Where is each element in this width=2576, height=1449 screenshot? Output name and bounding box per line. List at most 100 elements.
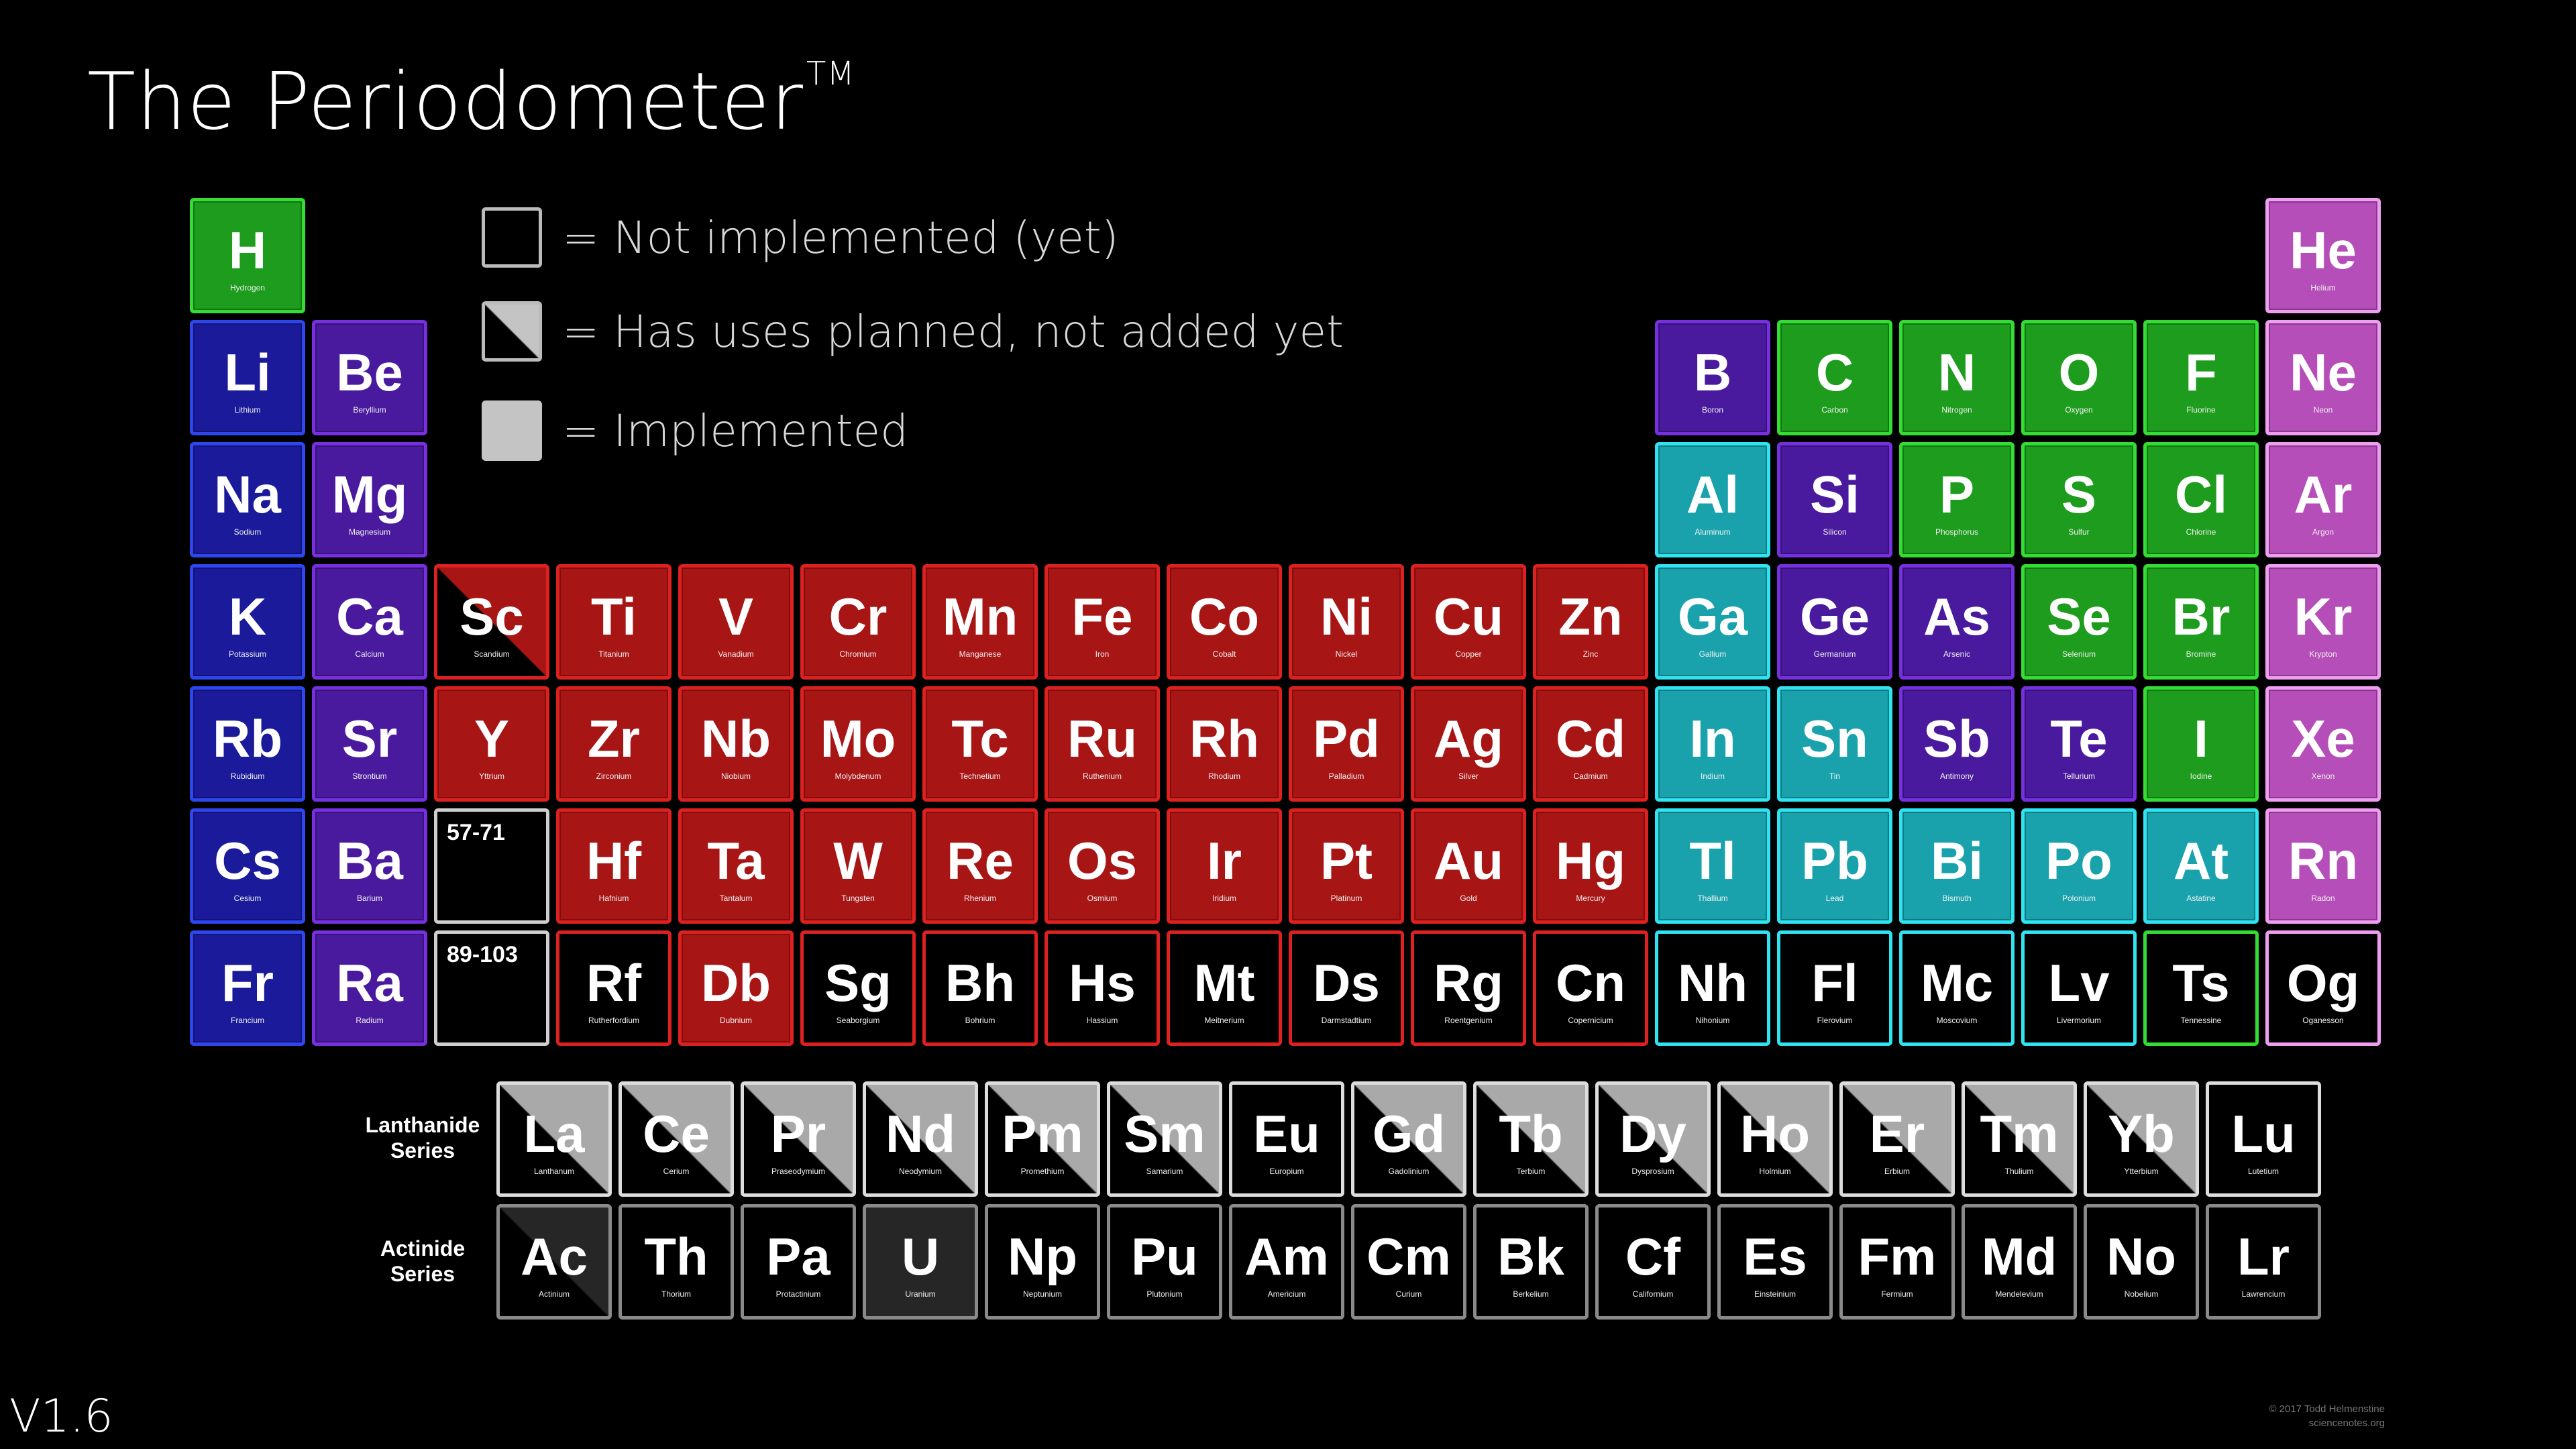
element-tile-b[interactable]: B Boron (1655, 320, 1770, 435)
element-tile-zn[interactable]: Zn Zinc (1533, 564, 1648, 680)
element-tile-md[interactable]: Md Mendelevium (1962, 1204, 2077, 1320)
element-tile-os[interactable]: Os Osmium (1044, 808, 1160, 924)
element-tile-fe[interactable]: Fe Iron (1044, 564, 1160, 680)
element-tile-na[interactable]: Na Sodium (190, 442, 305, 557)
element-tile-he[interactable]: He Helium (2265, 198, 2381, 313)
element-tile-o[interactable]: O Oxygen (2021, 320, 2137, 435)
element-tile-np[interactable]: Np Neptunium (985, 1204, 1100, 1320)
element-tile-be[interactable]: Be Beryllium (312, 320, 427, 435)
element-tile-cs[interactable]: Cs Cesium (190, 808, 305, 924)
element-tile-fr[interactable]: Fr Francium (190, 930, 305, 1046)
element-tile-sc[interactable]: Sc Scandium (434, 564, 549, 680)
element-tile-br[interactable]: Br Bromine (2143, 564, 2259, 680)
element-tile-fm[interactable]: Fm Fermium (1839, 1204, 1955, 1320)
element-tile-f[interactable]: F Fluorine (2143, 320, 2259, 435)
element-tile-li[interactable]: Li Lithium (190, 320, 305, 435)
element-tile-xe[interactable]: Xe Xenon (2265, 686, 2381, 802)
element-tile-v[interactable]: V Vanadium (678, 564, 794, 680)
element-tile-sr[interactable]: Sr Strontium (312, 686, 427, 802)
element-tile-rg[interactable]: Rg Roentgenium (1411, 930, 1526, 1046)
element-tile-c[interactable]: C Carbon (1777, 320, 1892, 435)
element-tile-ti[interactable]: Ti Titanium (556, 564, 672, 680)
element-tile-zr[interactable]: Zr Zirconium (556, 686, 672, 802)
element-tile-n[interactable]: N Nitrogen (1899, 320, 2015, 435)
element-tile-i[interactable]: I Iodine (2143, 686, 2259, 802)
element-tile-fl[interactable]: Fl Flerovium (1777, 930, 1892, 1046)
element-tile-rh[interactable]: Rh Rhodium (1167, 686, 1282, 802)
element-tile-ru[interactable]: Ru Ruthenium (1044, 686, 1160, 802)
element-tile-es[interactable]: Es Einsteinium (1717, 1204, 1833, 1320)
element-tile-eu[interactable]: Eu Europium (1229, 1081, 1344, 1197)
element-tile-tm[interactable]: Tm Thulium (1962, 1081, 2077, 1197)
element-tile-pt[interactable]: Pt Platinum (1289, 808, 1404, 924)
element-tile-la[interactable]: La Lanthanum (496, 1081, 612, 1197)
element-tile-se[interactable]: Se Selenium (2021, 564, 2137, 680)
element-tile-at[interactable]: At Astatine (2143, 808, 2259, 924)
element-tile-y[interactable]: Y Yttrium (434, 686, 549, 802)
element-tile-am[interactable]: Am Americium (1229, 1204, 1344, 1320)
element-tile-cm[interactable]: Cm Curium (1351, 1204, 1466, 1320)
element-tile-lu[interactable]: Lu Lutetium (2206, 1081, 2321, 1197)
element-tile-as[interactable]: As Arsenic (1899, 564, 2015, 680)
element-tile-u[interactable]: U Uranium (863, 1204, 978, 1320)
element-tile-nh[interactable]: Nh Nihonium (1655, 930, 1770, 1046)
element-tile-re[interactable]: Re Rhenium (922, 808, 1038, 924)
element-tile-pr[interactable]: Pr Praseodymium (741, 1081, 856, 1197)
element-tile-ds[interactable]: Ds Darmstadtium (1289, 930, 1404, 1046)
element-tile-ta[interactable]: Ta Tantalum (678, 808, 794, 924)
element-tile-cf[interactable]: Cf Californium (1595, 1204, 1711, 1320)
element-tile-bi[interactable]: Bi Bismuth (1899, 808, 2015, 924)
element-tile-ts[interactable]: Ts Tennessine (2143, 930, 2259, 1046)
element-tile-tl[interactable]: Tl Thallium (1655, 808, 1770, 924)
element-tile-pd[interactable]: Pd Palladium (1289, 686, 1404, 802)
element-tile-cr[interactable]: Cr Chromium (800, 564, 916, 680)
element-tile-cl[interactable]: Cl Chlorine (2143, 442, 2259, 557)
series-placeholder-tile[interactable]: 89-103 (434, 930, 549, 1046)
element-tile-mo[interactable]: Mo Molybdenum (800, 686, 916, 802)
element-tile-in[interactable]: In Indium (1655, 686, 1770, 802)
element-tile-ge[interactable]: Ge Germanium (1777, 564, 1892, 680)
element-tile-al[interactable]: Al Aluminum (1655, 442, 1770, 557)
element-tile-s[interactable]: S Sulfur (2021, 442, 2137, 557)
element-tile-ni[interactable]: Ni Nickel (1289, 564, 1404, 680)
element-tile-pa[interactable]: Pa Protactinium (741, 1204, 856, 1320)
element-tile-dy[interactable]: Dy Dysprosium (1595, 1081, 1711, 1197)
element-tile-ce[interactable]: Ce Cerium (619, 1081, 734, 1197)
element-tile-pb[interactable]: Pb Lead (1777, 808, 1892, 924)
element-tile-bh[interactable]: Bh Bohrium (922, 930, 1038, 1046)
element-tile-p[interactable]: P Phosphorus (1899, 442, 2015, 557)
element-tile-rf[interactable]: Rf Rutherfordium (556, 930, 672, 1046)
element-tile-sg[interactable]: Sg Seaborgium (800, 930, 916, 1046)
element-tile-tb[interactable]: Tb Terbium (1473, 1081, 1589, 1197)
element-tile-k[interactable]: K Potassium (190, 564, 305, 680)
element-tile-cu[interactable]: Cu Copper (1411, 564, 1526, 680)
element-tile-bk[interactable]: Bk Berkelium (1473, 1204, 1589, 1320)
element-tile-mt[interactable]: Mt Meitnerium (1167, 930, 1282, 1046)
element-tile-ag[interactable]: Ag Silver (1411, 686, 1526, 802)
element-tile-ra[interactable]: Ra Radium (312, 930, 427, 1046)
element-tile-pm[interactable]: Pm Promethium (985, 1081, 1100, 1197)
element-tile-nb[interactable]: Nb Niobium (678, 686, 794, 802)
element-tile-sn[interactable]: Sn Tin (1777, 686, 1892, 802)
element-tile-sb[interactable]: Sb Antimony (1899, 686, 2015, 802)
element-tile-sm[interactable]: Sm Samarium (1107, 1081, 1222, 1197)
element-tile-cd[interactable]: Cd Cadmium (1533, 686, 1648, 802)
element-tile-er[interactable]: Er Erbium (1839, 1081, 1955, 1197)
element-tile-co[interactable]: Co Cobalt (1167, 564, 1282, 680)
element-tile-kr[interactable]: Kr Krypton (2265, 564, 2381, 680)
element-tile-hf[interactable]: Hf Hafnium (556, 808, 672, 924)
element-tile-tc[interactable]: Tc Technetium (922, 686, 1038, 802)
element-tile-ca[interactable]: Ca Calcium (312, 564, 427, 680)
element-tile-lv[interactable]: Lv Livermorium (2021, 930, 2137, 1046)
element-tile-no[interactable]: No Nobelium (2084, 1204, 2199, 1320)
element-tile-h[interactable]: H Hydrogen (190, 198, 305, 313)
element-tile-mc[interactable]: Mc Moscovium (1899, 930, 2015, 1046)
element-tile-hs[interactable]: Hs Hassium (1044, 930, 1160, 1046)
element-tile-ac[interactable]: Ac Actinium (496, 1204, 612, 1320)
element-tile-ar[interactable]: Ar Argon (2265, 442, 2381, 557)
element-tile-po[interactable]: Po Polonium (2021, 808, 2137, 924)
element-tile-pu[interactable]: Pu Plutonium (1107, 1204, 1222, 1320)
element-tile-gd[interactable]: Gd Gadolinium (1351, 1081, 1466, 1197)
element-tile-w[interactable]: W Tungsten (800, 808, 916, 924)
element-tile-si[interactable]: Si Silicon (1777, 442, 1892, 557)
